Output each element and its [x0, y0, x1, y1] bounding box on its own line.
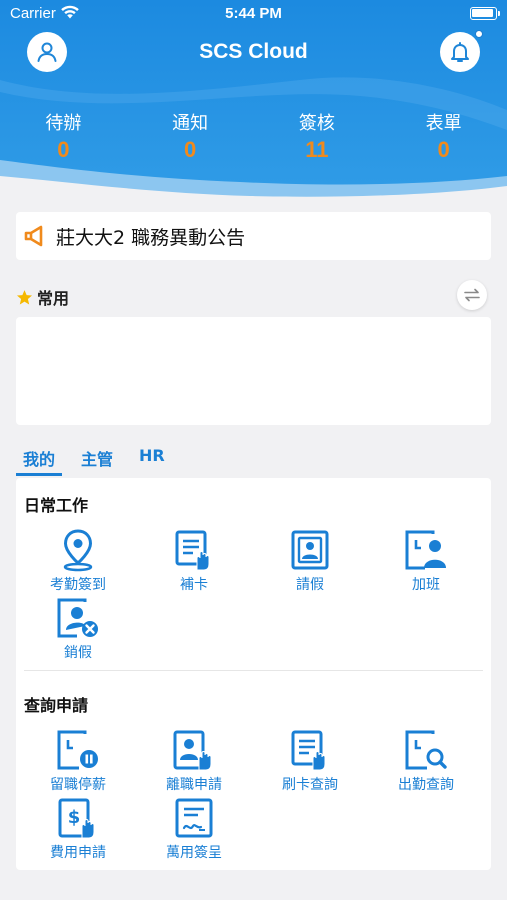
item-card-punch[interactable]: 補卡 — [136, 528, 252, 594]
stat-value: 0 — [184, 137, 197, 162]
stat-label: 通知 — [172, 113, 209, 134]
notification-button[interactable] — [440, 30, 483, 72]
item-label: 考勤簽到 — [50, 577, 106, 593]
tab-bar: 我的 主管 HR — [16, 440, 184, 476]
swap-arrows-icon — [464, 288, 480, 302]
item-label: 離職申請 — [166, 777, 222, 793]
item-overtime[interactable]: 加班 — [368, 528, 484, 594]
item-expense[interactable]: $ 費用申請 — [20, 796, 136, 862]
section-title-daily: 日常工作 — [24, 496, 89, 515]
announcement-text: 莊大大2 職務異動公告 — [56, 226, 246, 249]
tab-mine[interactable]: 我的 — [16, 440, 63, 476]
card-swipe-query-icon — [291, 730, 326, 771]
item-attendance-query[interactable]: 出勤查詢 — [368, 728, 484, 794]
stat-forms[interactable]: 表單 0 — [380, 112, 507, 172]
functions-panel: 日常工作 考勤簽到 補卡 請假 加班 銷假 查詢申請 留職停薪 離職申請 刷卡查… — [16, 478, 491, 870]
item-resignation[interactable]: 離職申請 — [136, 728, 252, 794]
favorites-panel — [16, 317, 491, 425]
favorites-title: 常用 — [37, 289, 70, 308]
notification-dot — [475, 30, 483, 38]
announcement-banner[interactable]: 莊大大2 職務異動公告 — [16, 212, 491, 260]
item-attendance-checkin[interactable]: 考勤簽到 — [20, 528, 136, 594]
megaphone-icon — [24, 225, 43, 247]
item-label: 加班 — [412, 577, 440, 593]
svg-text:$: $ — [68, 807, 81, 828]
app-title: SCS Cloud — [199, 40, 308, 63]
item-cancel-leave[interactable]: 銷假 — [20, 596, 136, 662]
stat-value: 0 — [437, 137, 450, 162]
leave-request-icon — [291, 530, 329, 570]
stat-label: 表單 — [425, 113, 462, 134]
item-label: 萬用簽呈 — [166, 845, 222, 861]
bell-icon — [451, 42, 469, 62]
item-card-swipe-query[interactable]: 刷卡查詢 — [252, 728, 368, 794]
location-pin-icon — [63, 529, 93, 572]
unpaid-leave-icon — [57, 730, 98, 770]
item-universal-form[interactable]: 萬用簽呈 — [136, 796, 252, 862]
tab-manager[interactable]: 主管 — [74, 440, 120, 476]
expense-icon: $ — [58, 798, 95, 839]
status-time: 5:44 PM — [225, 5, 282, 22]
favorites-edit-button[interactable] — [457, 280, 487, 310]
stats-row: 待辦 0 通知 0 簽核 11 表單 0 — [0, 112, 507, 172]
card-punch-icon — [175, 530, 210, 571]
star-icon — [16, 289, 33, 304]
stat-value: 11 — [305, 137, 329, 162]
stat-label: 簽核 — [298, 113, 335, 134]
status-bar: Carrier 5:44 PM — [0, 0, 507, 28]
universal-form-icon — [175, 798, 213, 838]
item-unpaid-leave[interactable]: 留職停薪 — [20, 728, 136, 794]
stat-approvals[interactable]: 簽核 11 — [254, 112, 381, 172]
item-label: 費用申請 — [50, 845, 106, 861]
item-label: 銷假 — [64, 645, 92, 661]
overtime-icon — [405, 530, 446, 570]
stat-notifications[interactable]: 通知 0 — [127, 112, 254, 172]
item-label: 刷卡查詢 — [282, 777, 338, 793]
favorites-header: 常用 — [16, 280, 491, 310]
cancel-leave-icon — [57, 598, 98, 638]
attendance-query-icon — [405, 730, 447, 770]
section-divider — [24, 670, 483, 671]
item-label: 出勤查詢 — [398, 777, 454, 793]
stat-value: 0 — [57, 137, 70, 162]
battery-icon — [470, 7, 500, 20]
stat-todo[interactable]: 待辦 0 — [0, 112, 127, 172]
stat-label: 待辦 — [45, 113, 82, 134]
item-label: 補卡 — [180, 577, 208, 593]
item-label: 請假 — [296, 577, 324, 593]
section-title-query: 查詢申請 — [24, 696, 89, 715]
item-leave-request[interactable]: 請假 — [252, 528, 368, 594]
header-banner: Carrier 5:44 PM SCS Cloud 待辦 0 通知 0 簽核 1… — [0, 0, 507, 200]
resignation-icon — [173, 730, 212, 771]
item-label: 留職停薪 — [50, 777, 106, 793]
tab-hr[interactable]: HR — [132, 440, 172, 476]
